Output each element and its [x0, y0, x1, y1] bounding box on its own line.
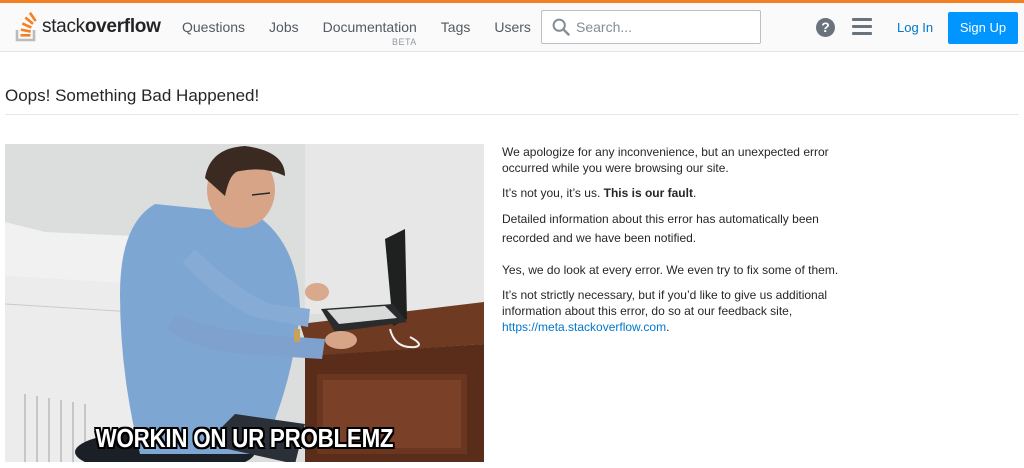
stackoverflow-logo[interactable]: stackoverflow: [14, 10, 161, 44]
login-button[interactable]: Log In: [887, 12, 943, 44]
error-photo-illustration: [5, 144, 484, 462]
meta-link[interactable]: https://meta.stackoverflow.com: [502, 320, 666, 334]
main-nav: Questions Jobs Documentation BETA Tags Us…: [170, 3, 543, 52]
page-title: Oops! Something Bad Happened!: [5, 86, 260, 105]
nav-tags[interactable]: Tags: [429, 3, 483, 52]
beta-badge: BETA: [391, 37, 417, 47]
fix-text: Yes, we do look at every error. We even …: [502, 263, 839, 277]
nav-users[interactable]: Users: [482, 3, 543, 52]
help-icon[interactable]: ?: [816, 18, 835, 37]
error-message: We apologize for any inconvenience, but …: [502, 144, 862, 344]
feedback-text: It’s not strictly necessary, but if you’…: [502, 288, 828, 334]
nav-jobs[interactable]: Jobs: [257, 3, 311, 52]
signup-button[interactable]: Sign Up: [948, 12, 1018, 44]
meme-caption: WORKIN ON UR PROBLEMZ: [95, 423, 394, 453]
search-input[interactable]: [576, 11, 756, 43]
search-icon: [552, 18, 570, 36]
recorded-text: Detailed information about this error ha…: [502, 212, 819, 245]
top-bar: stackoverflow Questions Jobs Documentati…: [0, 0, 1024, 52]
apology-text: We apologize for any inconvenience, but …: [502, 145, 829, 175]
stack-logo-icon: [15, 12, 37, 42]
logo-text: stackoverflow: [42, 16, 161, 37]
nav-documentation[interactable]: Documentation BETA: [311, 3, 429, 52]
fault-text: It’s not you, it’s us. This is our fault…: [502, 186, 697, 200]
nav-questions[interactable]: Questions: [170, 3, 257, 52]
search-box: [541, 10, 761, 44]
menu-icon[interactable]: [852, 18, 872, 36]
title-divider: [5, 114, 1019, 115]
error-image: WORKIN ON UR PROBLEMZ: [5, 144, 484, 462]
